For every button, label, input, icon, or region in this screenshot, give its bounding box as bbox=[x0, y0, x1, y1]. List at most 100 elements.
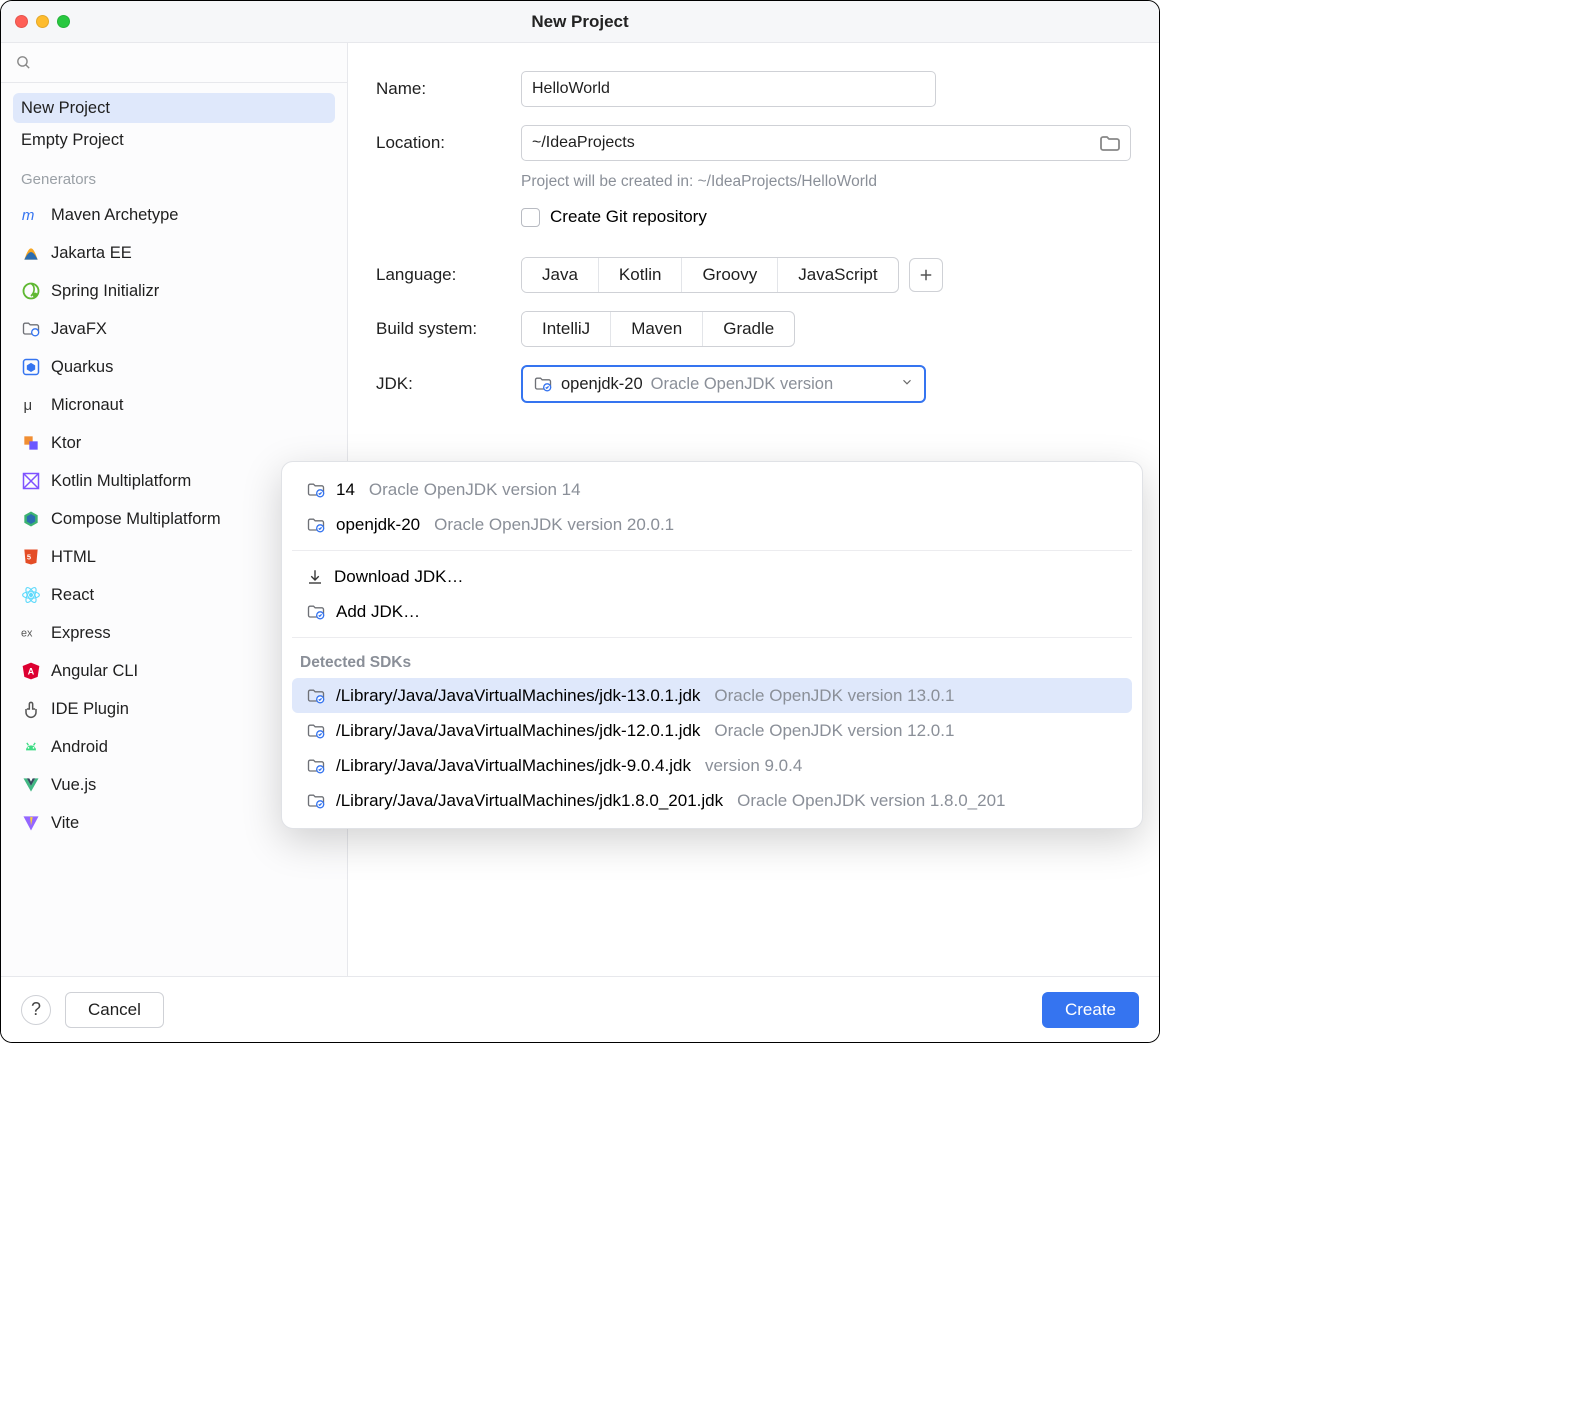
git-checkbox-label: Create Git repository bbox=[550, 207, 707, 227]
vite-icon bbox=[21, 813, 41, 833]
help-button[interactable]: ? bbox=[21, 995, 51, 1025]
generator-label: HTML bbox=[51, 548, 96, 567]
chevron-down-icon bbox=[900, 375, 914, 394]
compose-icon bbox=[21, 509, 41, 529]
build-segmented: IntelliJMavenGradle bbox=[521, 311, 795, 347]
add-jdk-item[interactable]: Add JDK… bbox=[292, 594, 1132, 629]
generator-item[interactable]: Jakarta EE bbox=[13, 234, 335, 272]
generator-item[interactable]: Ktor bbox=[13, 424, 335, 462]
detected-sdk-option[interactable]: /Library/Java/JavaVirtualMachines/jdk-12… bbox=[292, 713, 1132, 748]
generator-label: Vite bbox=[51, 814, 79, 833]
location-input[interactable]: ~/IdeaProjects bbox=[521, 125, 1131, 161]
spring-icon bbox=[21, 281, 41, 301]
close-window-button[interactable] bbox=[15, 15, 28, 28]
search-icon bbox=[15, 54, 32, 71]
jdk-icon bbox=[306, 756, 326, 776]
generator-label: IDE Plugin bbox=[51, 700, 129, 719]
generator-label: Angular CLI bbox=[51, 662, 138, 681]
detected-sdks-header: Detected SDKs bbox=[286, 646, 1138, 678]
jdk-option[interactable]: 14Oracle OpenJDK version 14 bbox=[292, 472, 1132, 507]
browse-folder-button[interactable] bbox=[1098, 132, 1122, 156]
html-icon: 5 bbox=[21, 547, 41, 567]
generators-header: Generators bbox=[13, 157, 335, 196]
language-option[interactable]: Java bbox=[522, 258, 599, 292]
generator-label: Spring Initializr bbox=[51, 282, 159, 301]
language-option[interactable]: Groovy bbox=[682, 258, 778, 292]
language-option[interactable]: Kotlin bbox=[599, 258, 683, 292]
git-checkbox[interactable]: Create Git repository bbox=[521, 207, 1131, 227]
build-option[interactable]: Gradle bbox=[703, 312, 794, 346]
window-controls bbox=[15, 15, 70, 28]
generator-label: Kotlin Multiplatform bbox=[51, 472, 191, 491]
generator-item[interactable]: JavaFX bbox=[13, 310, 335, 348]
jdk-icon bbox=[306, 721, 326, 741]
dialog-window: New Project New ProjectEmpty Project Gen… bbox=[0, 0, 1160, 1043]
name-input[interactable]: HelloWorld bbox=[521, 71, 936, 107]
dropdown-separator bbox=[292, 550, 1132, 551]
generator-item[interactable]: μ Micronaut bbox=[13, 386, 335, 424]
react-icon bbox=[21, 585, 41, 605]
svg-text:m: m bbox=[22, 207, 34, 224]
javafx-icon bbox=[21, 319, 41, 339]
dropdown-separator bbox=[292, 637, 1132, 638]
minimize-window-button[interactable] bbox=[36, 15, 49, 28]
generator-label: Android bbox=[51, 738, 108, 757]
detected-sdk-option[interactable]: /Library/Java/JavaVirtualMachines/jdk1.8… bbox=[292, 783, 1132, 818]
folder-icon bbox=[1098, 132, 1122, 156]
language-segmented: JavaKotlinGroovyJavaScript bbox=[521, 257, 899, 293]
generator-label: React bbox=[51, 586, 94, 605]
micronaut-icon: μ bbox=[21, 395, 41, 415]
svg-text:ex: ex bbox=[21, 627, 33, 639]
sidebar-item-project[interactable]: Empty Project bbox=[13, 125, 335, 155]
build-option[interactable]: IntelliJ bbox=[522, 312, 611, 346]
jdk-selected-desc: Oracle OpenJDK version bbox=[651, 375, 834, 394]
jdk-label: JDK: bbox=[376, 374, 521, 394]
generator-label: Express bbox=[51, 624, 111, 643]
search-bar[interactable] bbox=[1, 43, 347, 83]
download-icon bbox=[306, 568, 324, 586]
vue-icon bbox=[21, 775, 41, 795]
language-option[interactable]: JavaScript bbox=[778, 258, 897, 292]
location-hint: Project will be created in: ~/IdeaProjec… bbox=[521, 173, 1131, 191]
maven-icon: m bbox=[21, 205, 41, 225]
generator-item[interactable]: Spring Initializr bbox=[13, 272, 335, 310]
generator-label: Micronaut bbox=[51, 396, 123, 415]
detected-sdk-option[interactable]: /Library/Java/JavaVirtualMachines/jdk-9.… bbox=[292, 748, 1132, 783]
cancel-button[interactable]: Cancel bbox=[65, 992, 164, 1028]
jdk-icon bbox=[533, 374, 553, 394]
jdk-selected-name: openjdk-20 bbox=[561, 375, 643, 394]
generator-label: Ktor bbox=[51, 434, 81, 453]
jdk-dropdown[interactable]: openjdk-20 Oracle OpenJDK version bbox=[521, 365, 926, 403]
angular-icon: A bbox=[21, 661, 41, 681]
build-option[interactable]: Maven bbox=[611, 312, 703, 346]
detected-sdk-option[interactable]: /Library/Java/JavaVirtualMachines/jdk-13… bbox=[292, 678, 1132, 713]
jdk-dropdown-popup: 14Oracle OpenJDK version 14openjdk-20Ora… bbox=[281, 461, 1143, 829]
jdk-icon bbox=[306, 515, 326, 535]
generator-label: Compose Multiplatform bbox=[51, 510, 221, 529]
name-label: Name: bbox=[376, 79, 521, 99]
generator-label: Vue.js bbox=[51, 776, 96, 795]
download-jdk-item[interactable]: Download JDK… bbox=[292, 559, 1132, 594]
ktor-icon bbox=[21, 433, 41, 453]
generator-item[interactable]: m Maven Archetype bbox=[13, 196, 335, 234]
jakarta-icon bbox=[21, 243, 41, 263]
android-icon bbox=[21, 737, 41, 757]
quarkus-icon bbox=[21, 357, 41, 377]
window-title: New Project bbox=[531, 12, 628, 32]
jdk-option[interactable]: openjdk-20Oracle OpenJDK version 20.0.1 bbox=[292, 507, 1132, 542]
generator-label: Maven Archetype bbox=[51, 206, 179, 225]
express-icon: ex bbox=[21, 623, 41, 643]
maximize-window-button[interactable] bbox=[57, 15, 70, 28]
generator-label: Quarkus bbox=[51, 358, 113, 377]
location-label: Location: bbox=[376, 133, 521, 153]
generator-label: Jakarta EE bbox=[51, 244, 132, 263]
sidebar-item-project[interactable]: New Project bbox=[13, 93, 335, 123]
svg-text:A: A bbox=[28, 666, 35, 676]
add-language-button[interactable] bbox=[909, 258, 943, 292]
svg-text:μ: μ bbox=[24, 397, 33, 414]
generator-item[interactable]: Quarkus bbox=[13, 348, 335, 386]
jdk-icon bbox=[306, 602, 326, 622]
build-label: Build system: bbox=[376, 319, 521, 339]
create-button[interactable]: Create bbox=[1042, 992, 1139, 1028]
jdk-icon bbox=[306, 686, 326, 706]
